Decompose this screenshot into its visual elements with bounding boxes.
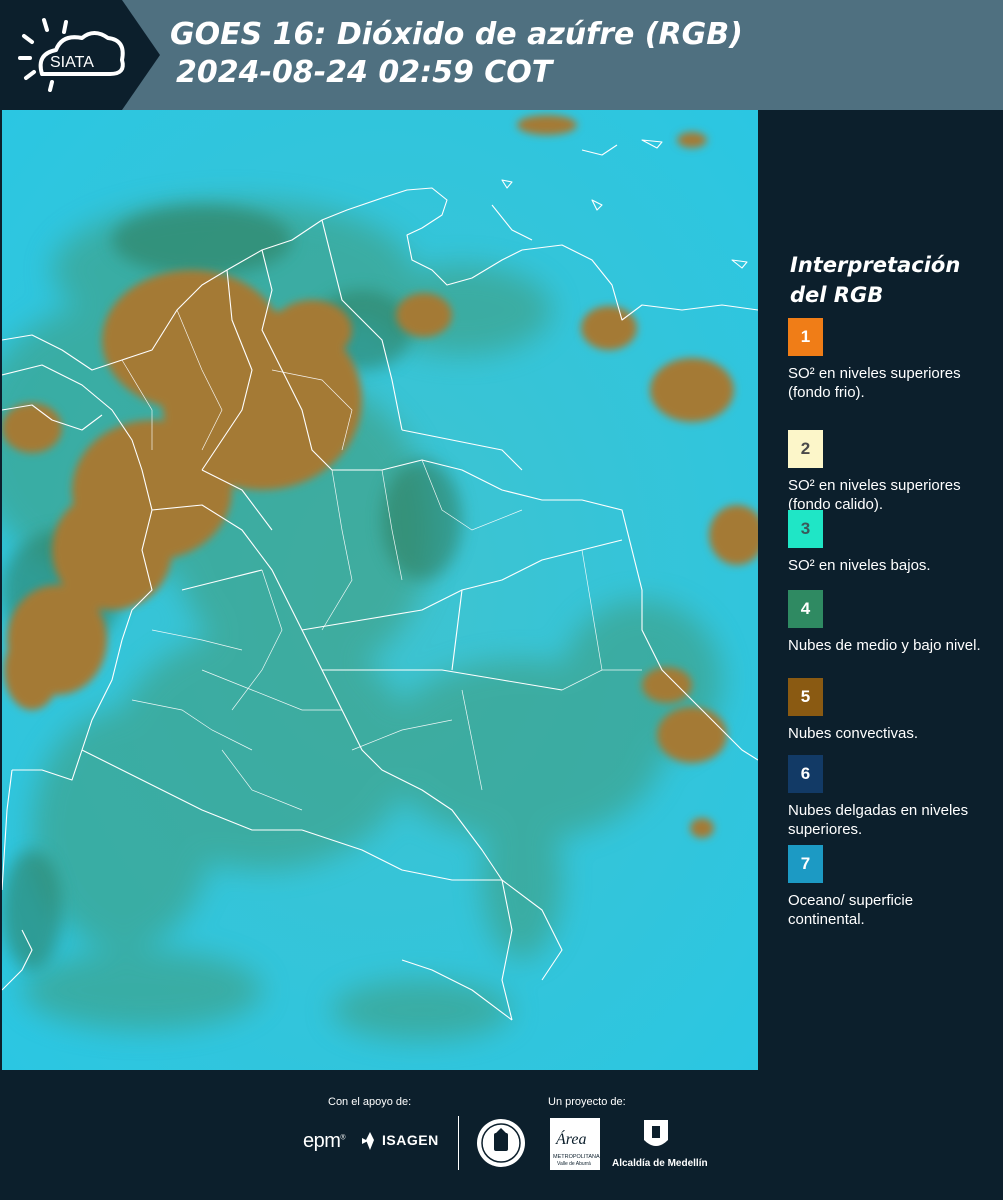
legend-swatch: 3 (788, 510, 823, 548)
legend-label: Nubes convectivas. (788, 725, 919, 742)
satellite-map-image (2, 110, 758, 1070)
legend-swatch: 1 (788, 318, 823, 356)
footer-divider (458, 1116, 459, 1170)
epm-logo: epm® (303, 1130, 346, 1152)
siata-logo-text: SIATA (50, 54, 94, 71)
support-label: Con el apoyo de: (328, 1096, 412, 1108)
epm-logo-text: epm (303, 1130, 341, 1152)
isagen-logo-text: ISAGEN (382, 1132, 439, 1148)
header: SIATA GOES 16: Dióxido de azúfre (RGB) 2… (0, 0, 1003, 110)
legend-label: Oceano/ superficie continental. (788, 892, 914, 928)
alcaldia-label: Alcaldía de Medellín (612, 1158, 708, 1169)
medellin-seal-icon (477, 1119, 525, 1167)
legend-swatch: 6 (788, 755, 823, 793)
legend-swatch: 2 (788, 430, 823, 468)
legend-label: SO² en niveles superiores (fondo frio). (788, 365, 961, 401)
legend-swatch: 7 (788, 845, 823, 883)
project-label: Un proyecto de: (548, 1096, 626, 1108)
legend-label: Nubes de medio y bajo nivel. (788, 637, 981, 654)
legend-swatch: 5 (788, 678, 823, 716)
siata-logo-icon: SIATA (18, 18, 125, 92)
area-logo-text: Área (555, 1129, 587, 1148)
footer: Con el apoyo de: epm® ISAGEN Un proyecto… (0, 1070, 1003, 1200)
legend-panel: Interpretación del RGB 1 SO² en niveles s… (760, 110, 1003, 1070)
area-logo-sub2: Valle de Aburrá (557, 1161, 591, 1167)
alcaldia-shield-icon (644, 1120, 668, 1146)
legend-label: SO² en niveles superiores (fondo calido)… (788, 477, 961, 513)
legend-label: Nubes delgadas en niveles superiores. (788, 802, 969, 838)
isagen-logo-icon (362, 1132, 374, 1150)
satellite-map (2, 110, 758, 1070)
legend-title: Interpretación del RGB (790, 253, 961, 307)
legend-label: SO² en niveles bajos. (788, 557, 931, 574)
area-metropolitana-logo-icon: Área METROPOLITANA Valle de Aburrá (550, 1118, 600, 1170)
page-title: GOES 16: Dióxido de azúfre (RGB) (170, 17, 743, 52)
page-subtitle-timestamp: 2024-08-24 02:59 COT (176, 55, 553, 90)
area-logo-sub: METROPOLITANA (553, 1154, 600, 1160)
legend-swatch: 4 (788, 590, 823, 628)
